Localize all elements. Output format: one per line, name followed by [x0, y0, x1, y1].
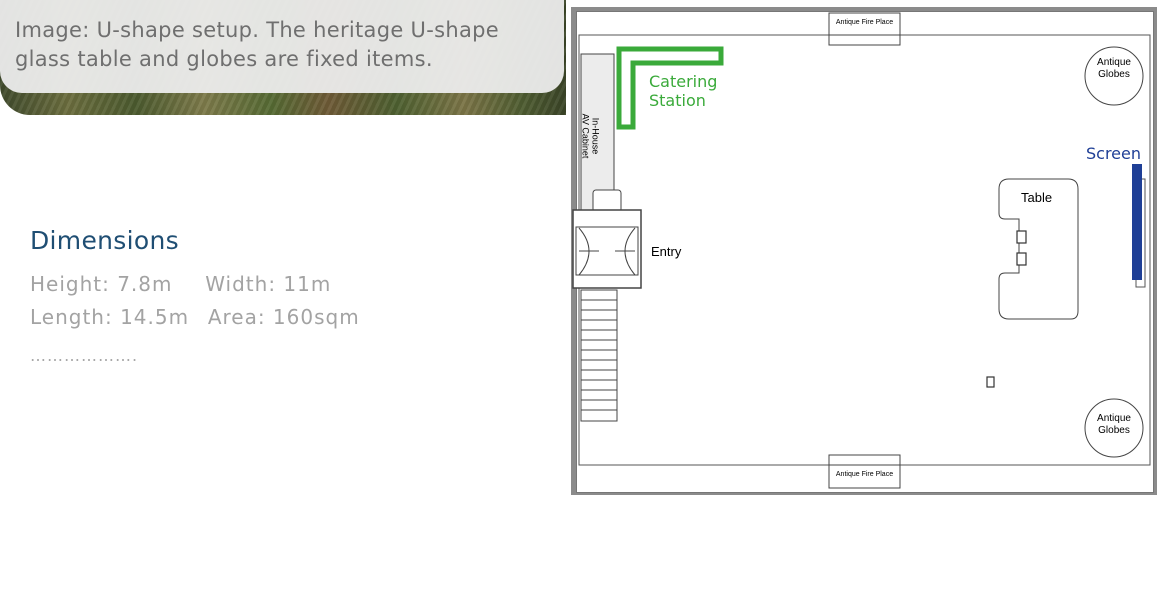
screen-panel [1132, 164, 1142, 280]
length-area-row: Length: 14.5m Area: 160sqm [30, 305, 360, 329]
entry-label: Entry [651, 244, 682, 259]
area-value: Area: 160sqm [207, 305, 360, 329]
fireplace-bottom-label: Antique Fire Place [835, 471, 894, 478]
catering-station-label: Catering Station [649, 72, 718, 110]
height-value: Height: 7.8m [30, 272, 173, 296]
globes-top-label: Antique Globes [1097, 57, 1131, 80]
small-fixture [986, 376, 995, 388]
table-label: Table [1021, 190, 1053, 205]
av-cabinet-label: In-House AV Cabinet [580, 113, 601, 159]
height-width-row: Height: 7.8m Width: 11m [30, 272, 331, 296]
table-chair-2 [1016, 252, 1027, 266]
dotted-divider: ………………. [30, 346, 139, 365]
fireplace-top [828, 12, 901, 46]
floor-plan: Antique Fire Place Antique Fire Place An… [571, 7, 1157, 495]
image-caption: Image: U-shape setup. The heritage U-sha… [0, 0, 564, 93]
staircase [580, 289, 618, 422]
screen-label: Screen [1086, 144, 1142, 163]
table-chair-1 [1016, 230, 1027, 244]
globes-bottom-label: Antique Globes [1097, 413, 1131, 436]
dimensions-heading: Dimensions [30, 226, 179, 255]
length-value: Length: 14.5m [30, 305, 190, 329]
width-value: Width: 11m [205, 272, 332, 296]
image-caption-text: Image: U-shape setup. The heritage U-sha… [15, 18, 499, 71]
fireplace-top-label: Antique Fire Place [835, 19, 894, 26]
